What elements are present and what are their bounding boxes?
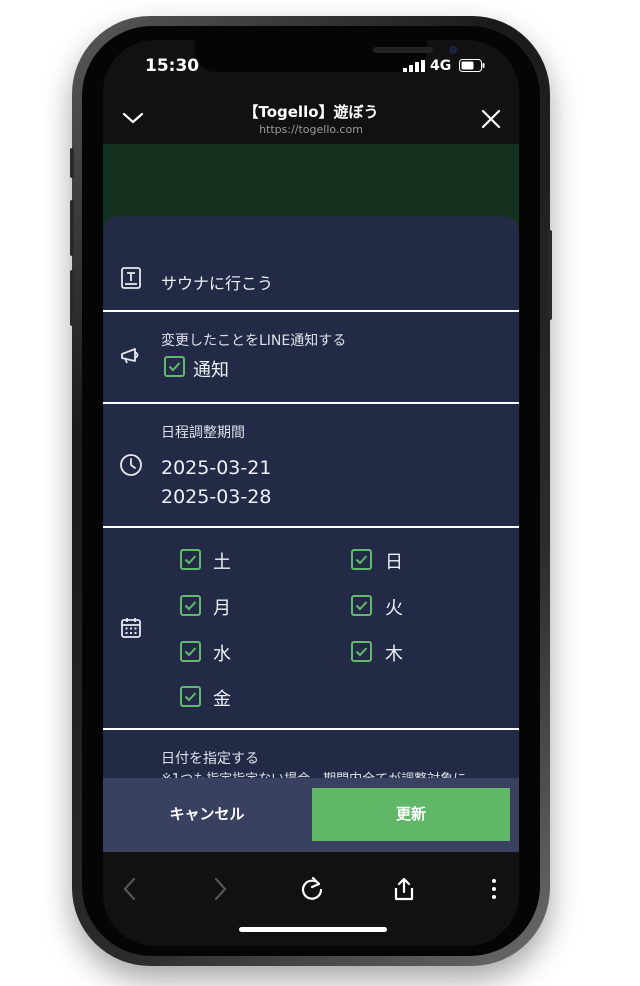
weekday-checkbox-mon[interactable] [180,595,201,616]
weekday-checkbox-tue[interactable] [351,595,372,616]
webview: サウナに行こう 変更したことをLINE通知する 通知 日程調整期間 2025-0… [103,144,519,858]
calendar-icon [121,618,141,638]
weekday-label-wed: 水 [213,644,231,665]
weekday-label-sat: 土 [213,552,231,573]
volume-up-button [70,200,74,256]
notch [195,40,457,72]
notify-label: 変更したことをLINE通知する [161,333,347,349]
page-title: 【Togello】遊ぼう [243,103,379,121]
period-end-date[interactable]: 2025-03-28 [161,486,271,508]
event-title[interactable]: サウナに行こう [161,270,273,294]
period-start-date[interactable]: 2025-03-21 [161,457,271,479]
period-label: 日程調整期間 [161,425,245,441]
home-indicator[interactable] [239,927,387,932]
cancel-button[interactable]: キャンセル [103,778,311,852]
chevron-left-icon[interactable] [117,876,143,902]
network-type: 4G [430,58,452,74]
title-row[interactable]: サウナに行こう [103,216,519,312]
period-row: 日程調整期間 2025-03-21 2025-03-28 [103,404,519,528]
mute-switch [70,148,74,178]
front-camera [449,46,457,54]
status-time: 15:30 [145,56,200,76]
weekdays-row: 土 日 月 火 水 木 金 [103,528,519,730]
weekday-checkbox-wed[interactable] [180,641,201,662]
phone-screen: 15:30 4G 【Togello】遊ぼう https://togello.co… [103,40,519,946]
speaker-grille [373,47,433,53]
weekday-label-tue: 火 [385,598,403,619]
action-bar: キャンセル 更新 [103,778,519,852]
megaphone-icon [121,348,139,364]
weekday-label-thu: 木 [385,644,403,665]
weekday-checkbox-sat[interactable] [180,549,201,570]
share-icon[interactable] [391,876,417,902]
signal-icon [403,60,425,72]
close-icon[interactable] [479,107,503,131]
battery-icon [459,59,485,72]
weekday-checkbox-thu[interactable] [351,641,372,662]
weekday-checkbox-sun[interactable] [351,549,372,570]
notify-row: 変更したことをLINE通知する 通知 [103,312,519,404]
clock-icon [120,454,142,476]
update-button[interactable]: 更新 [312,788,510,841]
specify-dates-label: 日付を指定する [161,751,259,767]
notify-checkbox[interactable] [164,356,185,377]
power-button [548,230,552,320]
status-bar: 15:30 4G [103,40,519,92]
more-vert-icon[interactable] [481,876,507,902]
reload-icon[interactable] [299,876,325,902]
weekday-label-fri: 金 [213,689,231,710]
weekday-label-mon: 月 [213,598,231,619]
notify-checkbox-label: 通知 [193,360,229,381]
page-url: https://togello.com [259,123,363,136]
chevron-right-icon[interactable] [207,876,233,902]
volume-down-button [70,270,74,326]
edit-sheet: サウナに行こう 変更したことをLINE通知する 通知 日程調整期間 2025-0… [103,216,519,858]
browser-header: 【Togello】遊ぼう https://togello.com [103,92,519,144]
weekday-label-sun: 日 [385,552,403,573]
text-title-icon [121,267,141,289]
weekday-checkbox-fri[interactable] [180,686,201,707]
